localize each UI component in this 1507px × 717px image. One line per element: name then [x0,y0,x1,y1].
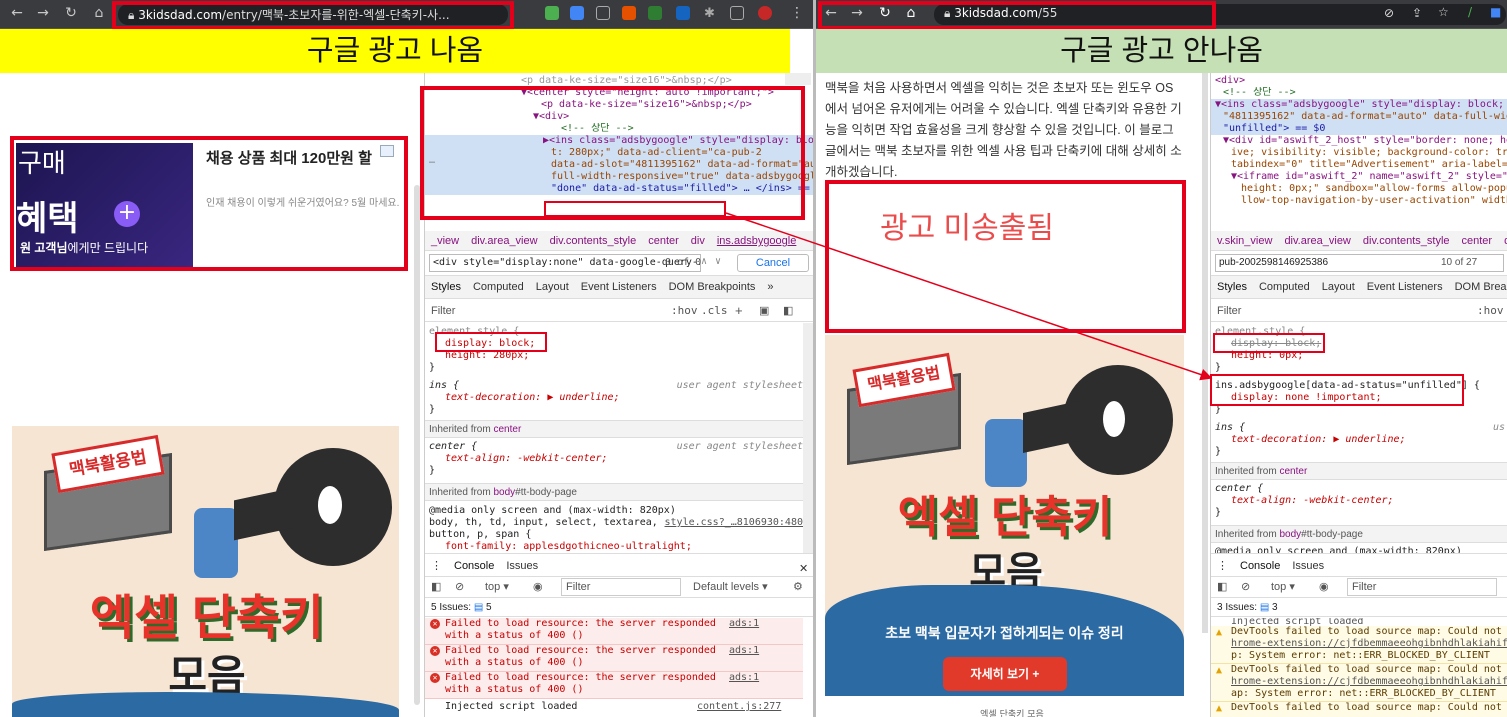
annotation-arrow [725,212,1213,381]
